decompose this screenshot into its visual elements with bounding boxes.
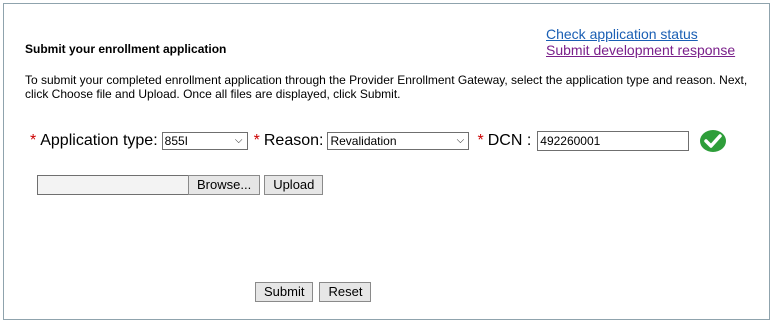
reset-button[interactable]: Reset [319,282,372,302]
application-type-value: 855I [164,134,188,148]
form-actions: Submit Reset [255,282,372,302]
submit-development-response-link[interactable]: Submit development response [546,42,735,58]
reason-value: Revalidation [330,134,397,148]
required-marker: * [477,132,484,149]
chevron-down-icon: ⌵ [456,135,465,146]
check-circle-icon [700,130,727,152]
submit-button[interactable]: Submit [255,282,314,302]
header-links: Check application status Submit developm… [546,26,735,58]
reason-select[interactable]: Revalidation ⌵ [327,132,470,150]
enrollment-panel: Submit your enrollment application Check… [3,3,770,320]
required-marker: * [30,132,37,149]
file-upload-row: Browse... Upload [37,175,324,195]
required-marker: * [253,132,260,149]
dcn-label: DCN : [487,132,532,149]
reason-label: Reason: [263,132,324,149]
upload-button[interactable]: Upload [264,175,324,195]
check-application-status-link[interactable]: Check application status [546,26,735,42]
dcn-input[interactable]: 492260001 [537,131,690,151]
application-form-row: * Application type: 855I ⌵ * Reason: Rev… [30,128,727,154]
page-title: Submit your enrollment application [25,42,227,56]
chevron-down-icon: ⌵ [234,135,243,146]
application-type-select[interactable]: 855I ⌵ [161,132,248,150]
application-type-label: Application type: [40,132,158,149]
browse-button[interactable]: Browse... [188,175,261,195]
file-path-field[interactable] [37,175,188,195]
instructions-text: To submit your completed enrollment appl… [25,73,748,101]
